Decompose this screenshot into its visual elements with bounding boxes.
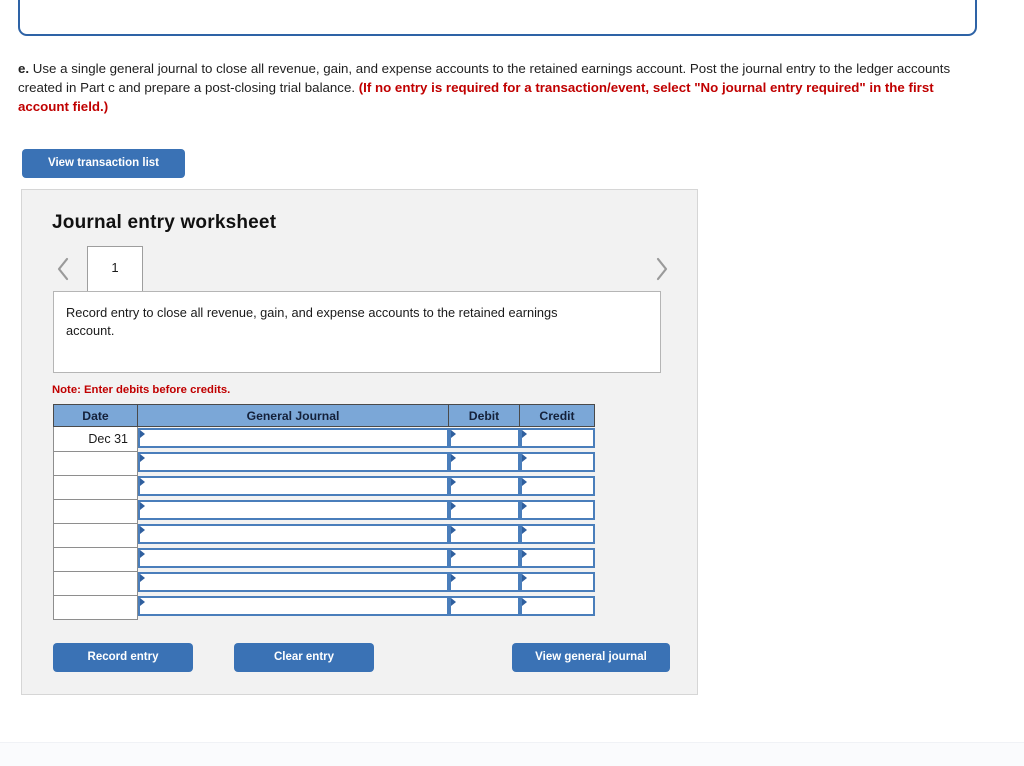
credit-input-cell[interactable] bbox=[519, 595, 595, 619]
date-cell[interactable] bbox=[53, 522, 138, 548]
clear-entry-button[interactable]: Clear entry bbox=[234, 643, 374, 672]
table-header-row: Date General Journal Debit Credit bbox=[53, 404, 595, 427]
worksheet-title: Journal entry worksheet bbox=[52, 212, 277, 233]
account-combobox[interactable] bbox=[138, 452, 449, 472]
debit-input-cell[interactable] bbox=[448, 427, 520, 452]
account-combobox[interactable] bbox=[138, 428, 449, 448]
credit-input-cell[interactable] bbox=[519, 523, 595, 547]
table-row bbox=[53, 570, 595, 596]
account-combobox[interactable] bbox=[138, 524, 449, 544]
debit-field[interactable] bbox=[448, 476, 520, 496]
column-header-credit: Credit bbox=[519, 404, 595, 427]
question-letter: e. bbox=[18, 61, 30, 76]
account-combobox[interactable] bbox=[138, 548, 449, 568]
journal-entry-table: Date General Journal Debit Credit Dec 31 bbox=[53, 404, 595, 620]
view-transaction-list-button[interactable]: View transaction list bbox=[22, 149, 185, 178]
credit-field[interactable] bbox=[519, 524, 595, 544]
credit-field[interactable] bbox=[519, 548, 595, 568]
worksheet-tab-1[interactable]: 1 bbox=[87, 246, 143, 291]
entry-description-text: Record entry to close all revenue, gain,… bbox=[66, 305, 558, 338]
credit-input-cell[interactable] bbox=[519, 427, 595, 452]
credit-field[interactable] bbox=[519, 500, 595, 520]
table-row bbox=[53, 450, 595, 476]
credit-field[interactable] bbox=[519, 452, 595, 472]
page-bottom-band bbox=[0, 742, 1024, 766]
date-cell[interactable] bbox=[53, 450, 138, 476]
debits-before-credits-note: Note: Enter debits before credits. bbox=[52, 384, 231, 396]
table-row: Dec 31 bbox=[53, 426, 595, 452]
debit-field[interactable] bbox=[448, 524, 520, 544]
journal-table-body: Dec 31 bbox=[53, 426, 595, 620]
journal-entry-worksheet-panel: Journal entry worksheet 1 Record entry t… bbox=[21, 189, 698, 695]
account-input-cell[interactable] bbox=[138, 427, 449, 452]
table-row bbox=[53, 594, 595, 620]
date-cell[interactable] bbox=[53, 546, 138, 572]
debit-field[interactable] bbox=[448, 452, 520, 472]
account-combobox[interactable] bbox=[138, 572, 449, 592]
credit-input-cell[interactable] bbox=[519, 499, 595, 523]
entry-description-box: Record entry to close all revenue, gain,… bbox=[53, 291, 661, 373]
date-cell[interactable] bbox=[53, 498, 138, 524]
table-row bbox=[53, 522, 595, 548]
credit-field[interactable] bbox=[519, 476, 595, 496]
column-header-general-journal: General Journal bbox=[137, 404, 449, 427]
worksheet-pager: 1 bbox=[22, 246, 697, 292]
account-input-cell[interactable] bbox=[138, 451, 449, 475]
debit-field[interactable] bbox=[448, 428, 520, 448]
credit-input-cell[interactable] bbox=[519, 547, 595, 571]
account-input-cell[interactable] bbox=[138, 475, 449, 499]
table-row bbox=[53, 474, 595, 500]
debit-input-cell[interactable] bbox=[448, 499, 520, 523]
date-cell[interactable] bbox=[53, 570, 138, 596]
debit-field[interactable] bbox=[448, 572, 520, 592]
debit-field[interactable] bbox=[448, 548, 520, 568]
account-input-cell[interactable] bbox=[138, 595, 449, 619]
credit-field[interactable] bbox=[519, 572, 595, 592]
account-combobox[interactable] bbox=[138, 596, 449, 616]
account-input-cell[interactable] bbox=[138, 571, 449, 595]
table-row bbox=[53, 498, 595, 524]
credit-input-cell[interactable] bbox=[519, 475, 595, 499]
chevron-left-icon[interactable] bbox=[52, 254, 74, 284]
debit-input-cell[interactable] bbox=[448, 547, 520, 571]
debit-field[interactable] bbox=[448, 500, 520, 520]
record-entry-button[interactable]: Record entry bbox=[53, 643, 193, 672]
date-cell[interactable] bbox=[53, 474, 138, 500]
credit-field[interactable] bbox=[519, 596, 595, 616]
debit-input-cell[interactable] bbox=[448, 595, 520, 619]
debit-input-cell[interactable] bbox=[448, 475, 520, 499]
account-combobox[interactable] bbox=[138, 500, 449, 520]
debit-field[interactable] bbox=[448, 596, 520, 616]
top-answer-panel bbox=[18, 0, 977, 36]
account-combobox[interactable] bbox=[138, 476, 449, 496]
account-input-cell[interactable] bbox=[138, 547, 449, 571]
credit-input-cell[interactable] bbox=[519, 571, 595, 595]
table-row bbox=[53, 546, 595, 572]
question-prompt: e. Use a single general journal to close… bbox=[18, 59, 976, 116]
date-cell[interactable]: Dec 31 bbox=[53, 426, 138, 452]
date-cell[interactable] bbox=[53, 594, 138, 620]
debit-input-cell[interactable] bbox=[448, 451, 520, 475]
account-input-cell[interactable] bbox=[138, 523, 449, 547]
debit-input-cell[interactable] bbox=[448, 571, 520, 595]
account-input-cell[interactable] bbox=[138, 499, 449, 523]
column-header-debit: Debit bbox=[448, 404, 520, 427]
credit-input-cell[interactable] bbox=[519, 451, 595, 475]
chevron-right-icon[interactable] bbox=[651, 254, 673, 284]
view-general-journal-button[interactable]: View general journal bbox=[512, 643, 670, 672]
debit-input-cell[interactable] bbox=[448, 523, 520, 547]
credit-field[interactable] bbox=[519, 428, 595, 448]
column-header-date: Date bbox=[53, 404, 138, 427]
